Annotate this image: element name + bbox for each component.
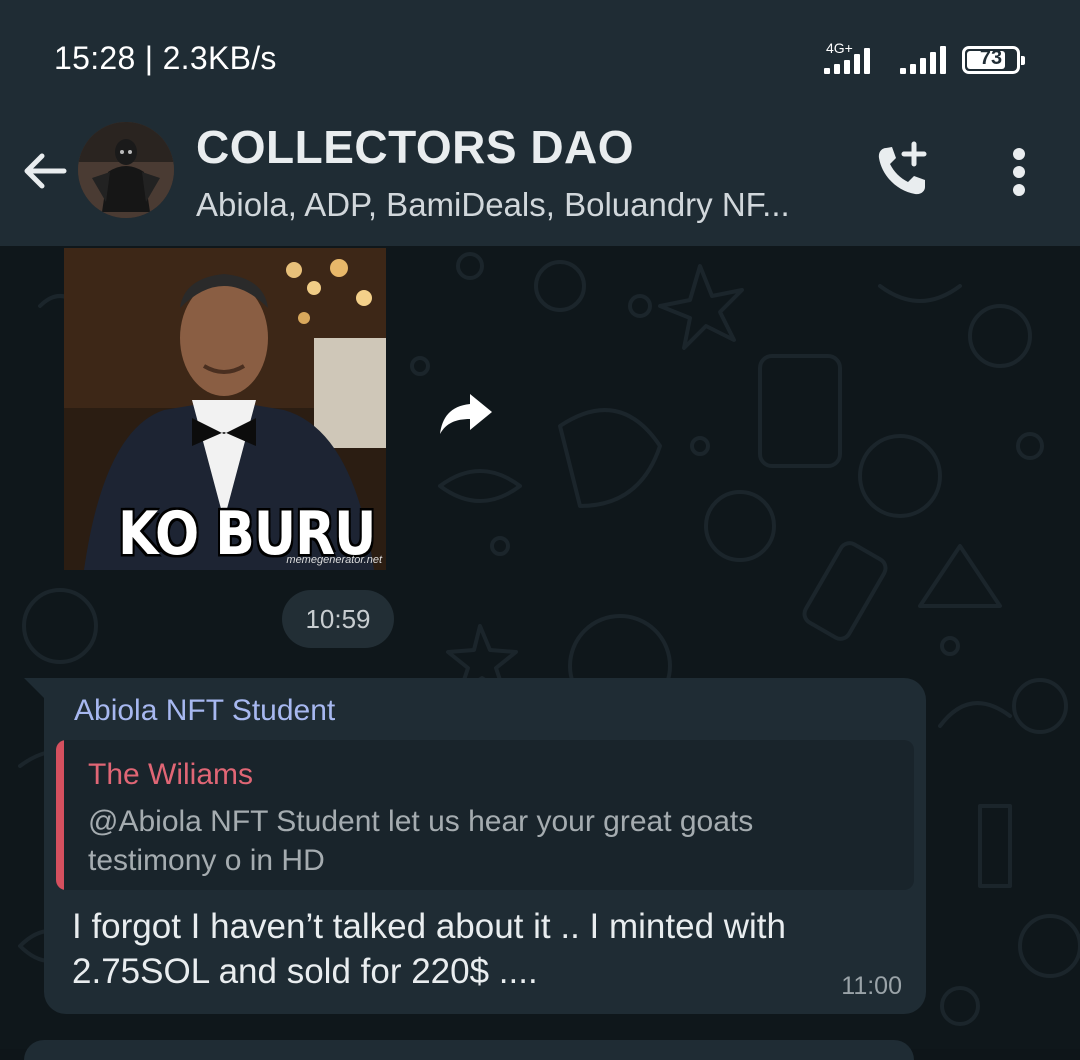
image-timestamp: 10:59 — [282, 590, 394, 648]
quote-text: @Abiola NFT Student let us hear your gre… — [88, 805, 754, 877]
group-members[interactable]: Abiola, ADP, BamiDeals, Boluandry NF... — [196, 186, 790, 224]
chat-header: COLLECTORS DAO Abiola, ADP, BamiDeals, B… — [0, 100, 1080, 246]
message-text: I forgot I haven’t talked about it .. I … — [72, 907, 786, 991]
back-button[interactable] — [18, 144, 72, 198]
quote-author: The Wiliams — [88, 758, 254, 791]
meme-watermark: memegenerator.net — [286, 554, 382, 566]
group-title[interactable]: COLLECTORS DAO — [196, 120, 634, 174]
status-bar: 15:28 | 2.3KB/s 4G+ 73 — [0, 0, 1080, 100]
add-call-icon — [878, 141, 927, 195]
image-time: 10:59 — [305, 604, 371, 634]
quoted-message[interactable]: The Wiliams @Abiola NFT Student let us h… — [56, 740, 914, 890]
more-options-button[interactable] — [998, 146, 1040, 198]
back-arrow-icon — [24, 153, 67, 189]
forward-icon — [440, 394, 492, 434]
network-type-label: 4G+ — [826, 40, 853, 56]
message-bubble[interactable]: Abiola NFT Student The Wiliams @Abiola N… — [44, 678, 926, 1014]
status-icons: 4G+ 73 — [824, 38, 1025, 78]
battery-level: 73 — [979, 47, 1003, 69]
message-time: 11:00 — [841, 972, 902, 1000]
group-avatar[interactable] — [78, 122, 174, 218]
avatar-image — [78, 122, 174, 218]
forward-button[interactable] — [436, 388, 496, 438]
next-message-edge — [24, 1040, 914, 1060]
bubble-tail — [24, 678, 46, 700]
quote-accent-bar — [56, 740, 64, 890]
signal-icon: 4G+ — [824, 40, 886, 78]
add-call-button[interactable] — [872, 140, 934, 202]
battery-icon: 73 — [962, 46, 1025, 74]
signal-icon — [900, 44, 948, 78]
sender-name[interactable]: Abiola NFT Student — [74, 694, 335, 728]
meme-image-message[interactable]: KO BURU memegenerator.net — [64, 248, 386, 570]
more-vertical-icon — [1013, 148, 1025, 196]
status-time: 15:28 | 2.3KB/s — [54, 40, 277, 76]
